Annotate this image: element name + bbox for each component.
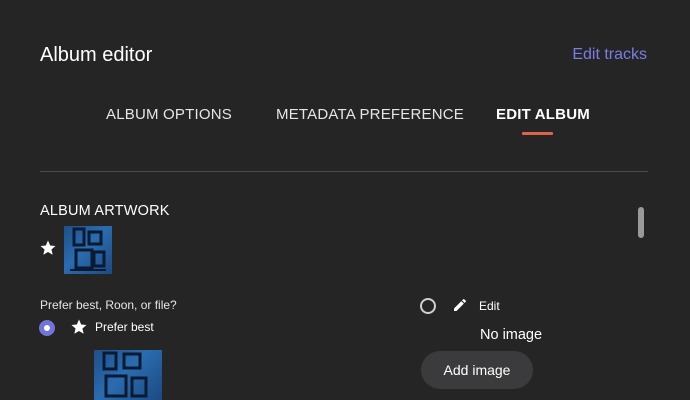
edit-tracks-link[interactable]: Edit tracks	[572, 46, 647, 64]
album-artwork-thumbnail[interactable]	[64, 226, 112, 274]
star-icon	[40, 240, 56, 255]
add-image-button[interactable]: Add image	[421, 351, 533, 389]
page-title: Album editor	[40, 44, 153, 66]
artwork-preference-question: Prefer best, Roon, or file?	[40, 298, 177, 312]
edit-radio[interactable]	[420, 298, 436, 314]
tab-album-options[interactable]: ALBUM OPTIONS	[106, 106, 232, 123]
tab-metadata-preference[interactable]: METADATA PREFERENCE	[276, 106, 464, 123]
prefer-best-label: Prefer best	[95, 320, 154, 334]
tab-edit-album[interactable]: EDIT ALBUM	[496, 106, 590, 123]
active-tab-indicator	[522, 132, 553, 135]
edit-label: Edit	[479, 299, 500, 313]
album-artwork-preview	[94, 350, 162, 400]
pencil-icon	[454, 298, 466, 311]
divider	[40, 171, 648, 172]
no-image-text: No image	[480, 327, 543, 343]
prefer-best-radio[interactable]	[39, 320, 55, 336]
album-artwork-heading: ALBUM ARTWORK	[40, 203, 170, 219]
scrollbar-thumb[interactable]	[638, 207, 644, 238]
star-icon	[71, 319, 87, 334]
